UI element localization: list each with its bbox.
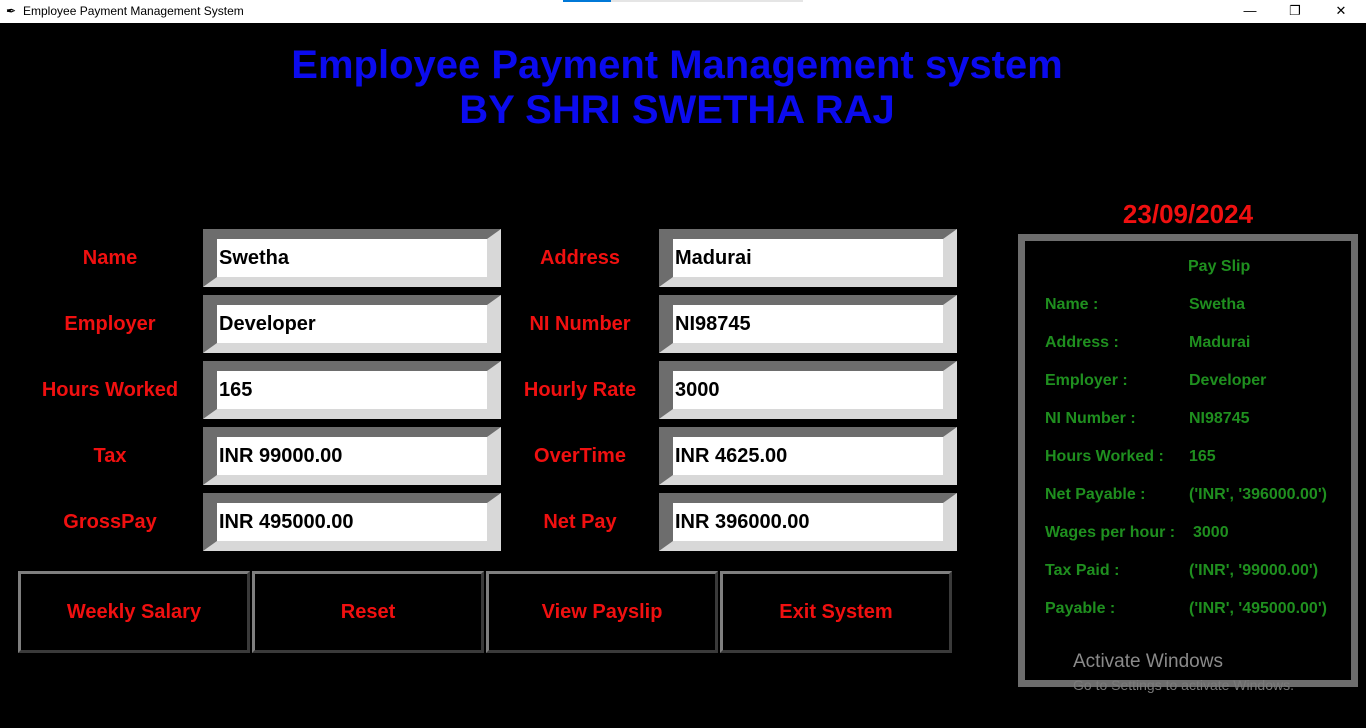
- employer-field[interactable]: [217, 305, 487, 343]
- restore-icon[interactable]: ❐: [1272, 0, 1318, 23]
- payslip-value: Swetha: [1189, 296, 1246, 313]
- tax-field[interactable]: [217, 437, 487, 475]
- reset-button[interactable]: Reset: [252, 571, 484, 653]
- hourly-rate-field-frame: [659, 361, 957, 419]
- payslip-value: 165: [1189, 448, 1216, 465]
- employer-field-frame: [203, 295, 501, 353]
- ni-number-field-frame: [659, 295, 957, 353]
- payslip-panel[interactable]: Pay Slip Name : Swetha Address : Madurai E…: [1018, 234, 1358, 687]
- minimize-icon[interactable]: —: [1227, 0, 1273, 23]
- payslip-key: Payable :: [1045, 600, 1116, 617]
- net-pay-field-frame: [659, 493, 957, 551]
- window-titlebar: ✒ Employee Payment Management System — ❐…: [0, 0, 1366, 23]
- page-title: Employee Payment Management system BY SH…: [0, 43, 1354, 133]
- name-field-frame: [203, 229, 501, 287]
- payslip-value: 3000: [1193, 524, 1229, 541]
- window-title: Employee Payment Management System: [23, 4, 244, 18]
- net-pay-label: Net Pay: [543, 511, 617, 533]
- payslip-value: ('INR', '99000.00'): [1189, 562, 1319, 579]
- name-field[interactable]: [217, 239, 487, 277]
- payslip-value: Madurai: [1189, 334, 1251, 351]
- title-line-2: BY SHRI SWETHA RAJ: [459, 88, 895, 132]
- tax-label: Tax: [93, 445, 127, 467]
- payslip-key: Address :: [1045, 334, 1119, 351]
- title-line-1: Employee Payment Management system: [291, 43, 1063, 87]
- payslip-key: Tax Paid :: [1045, 562, 1120, 579]
- weekly-salary-button[interactable]: Weekly Salary: [18, 571, 250, 653]
- progress-fill: [563, 0, 611, 2]
- hours-worked-field[interactable]: [217, 371, 487, 409]
- hours-worked-field-frame: [203, 361, 501, 419]
- payslip-value: ('INR', '396000.00'): [1189, 486, 1327, 503]
- payslip-title: Pay Slip: [1188, 258, 1251, 275]
- tax-field-frame: [203, 427, 501, 485]
- payslip-key: Wages per hour :: [1045, 524, 1176, 541]
- payslip-value: ('INR', '495000.00'): [1189, 600, 1327, 617]
- payslip-key: Hours Worked :: [1045, 448, 1164, 465]
- gross-pay-label: GrossPay: [63, 511, 157, 533]
- overtime-field-frame: [659, 427, 957, 485]
- payslip-value: Developer: [1189, 372, 1267, 389]
- payslip-key: Name :: [1045, 296, 1099, 313]
- date-display: 23/09/2024: [1122, 199, 1254, 229]
- view-payslip-button[interactable]: View Payslip: [486, 571, 718, 653]
- gross-pay-field[interactable]: [217, 503, 487, 541]
- hours-worked-label: Hours Worked: [41, 379, 179, 401]
- activate-windows-hint: Go to Settings to activate Windows.: [1073, 677, 1294, 693]
- address-field-frame: [659, 229, 957, 287]
- taskbar-progress: [563, 0, 803, 2]
- exit-system-button[interactable]: Exit System: [720, 571, 952, 653]
- hourly-rate-label: Hourly Rate: [523, 379, 637, 401]
- address-field[interactable]: [673, 239, 943, 277]
- name-label: Name: [82, 247, 138, 269]
- overtime-field[interactable]: [673, 437, 943, 475]
- address-label: Address: [539, 247, 621, 269]
- close-icon[interactable]: ✕: [1318, 0, 1364, 23]
- ni-number-label: NI Number: [529, 313, 631, 335]
- payslip-key: Net Payable :: [1045, 486, 1146, 503]
- employer-label: Employer: [64, 313, 156, 335]
- payslip-key: Employer :: [1045, 372, 1128, 389]
- payslip-key: NI Number :: [1045, 410, 1136, 427]
- feather-icon: ✒: [6, 4, 17, 18]
- ni-number-field[interactable]: [673, 305, 943, 343]
- payslip-value: NI98745: [1189, 410, 1250, 427]
- overtime-label: OverTime: [534, 445, 626, 467]
- gross-pay-field-frame: [203, 493, 501, 551]
- net-pay-field[interactable]: [673, 503, 943, 541]
- activate-windows-watermark: Activate Windows: [1073, 651, 1223, 672]
- hourly-rate-field[interactable]: [673, 371, 943, 409]
